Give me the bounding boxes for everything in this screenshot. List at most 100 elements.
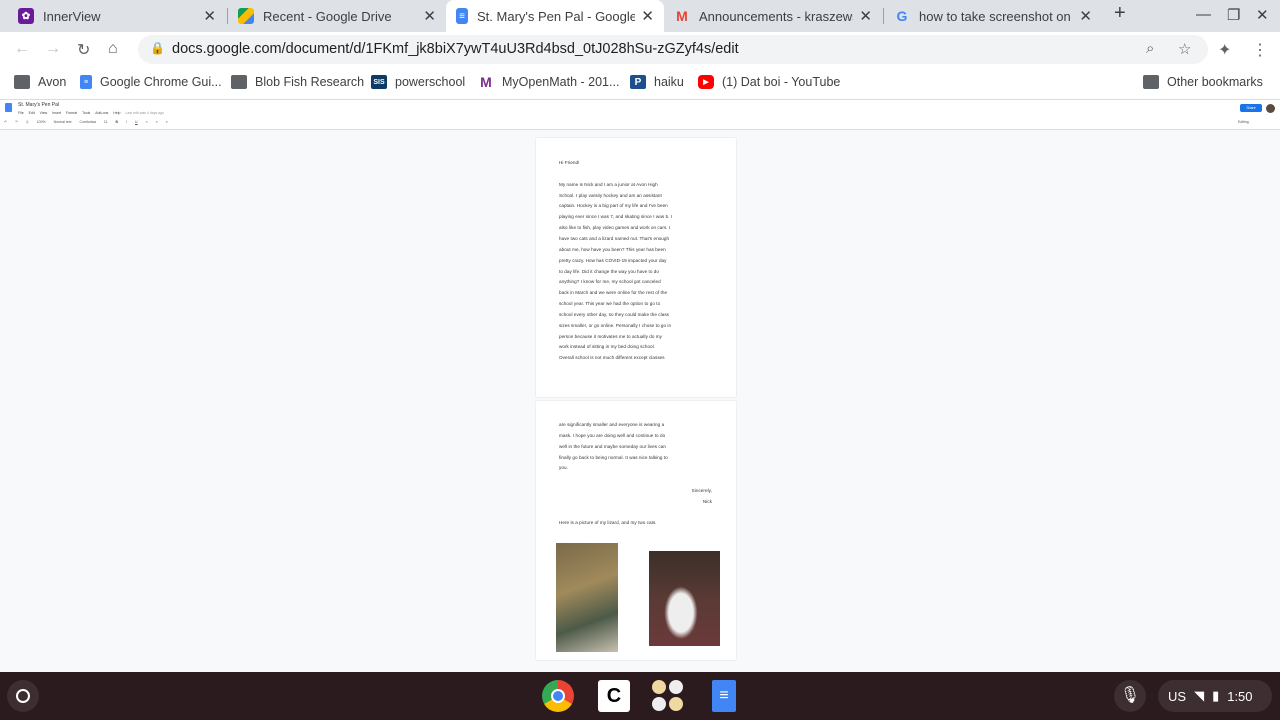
app-launcher-icon[interactable] <box>652 680 684 712</box>
doc-line: My name is Nick and I am a junior at Avo… <box>559 181 658 187</box>
microphone-icon[interactable]: 🎙 <box>1114 680 1146 712</box>
doc-line: playing ever since I was 7, and skating … <box>559 214 673 220</box>
address-bar[interactable]: 🔒 docs.google.com/document/d/1FKmf_jk8bi… <box>138 35 1208 64</box>
classroom-app-icon[interactable]: C <box>598 680 630 712</box>
close-window-button[interactable]: ✕ <box>1256 6 1269 24</box>
last-edit[interactable]: Last edit was 4 days ago <box>125 111 164 115</box>
redo-icon[interactable]: ↷ <box>15 120 18 124</box>
docs-logo-icon[interactable] <box>5 103 12 112</box>
bookmark-haiku[interactable]: Phaiku <box>630 75 684 89</box>
bookmarks-bar: Avon ≡ Google Chrome Gui... Blob Fish Res… <box>0 66 1280 100</box>
italic-icon[interactable]: I <box>126 120 127 124</box>
extensions-icon[interactable]: ✦ <box>1218 40 1231 60</box>
doc-title[interactable]: St. Mary's Pen Pal <box>18 102 59 108</box>
gmail-icon: M <box>676 8 688 24</box>
shelf: C ≡ 🎙 US ◥ ▮ 1:50 <box>0 672 1280 720</box>
tab-innerview[interactable]: ✿ InnerView ✕ <box>8 0 226 32</box>
folder-icon <box>14 75 30 89</box>
doc-line: well in the future and maybe someday our… <box>559 443 666 449</box>
font-size-input[interactable]: 11 <box>104 120 108 124</box>
google-icon: G <box>896 8 908 24</box>
cats-photo <box>649 551 720 646</box>
tab-docs[interactable]: ≡St. Mary's Pen Pal - Google Docs✕ <box>446 0 664 32</box>
doc-line: about me, how have you been? This year h… <box>559 246 666 252</box>
font-select[interactable]: Comfortaa <box>80 120 96 124</box>
doc-line: have two cats and a lizard named nut. Th… <box>559 235 670 241</box>
undo-icon[interactable]: ↶ <box>4 120 7 124</box>
lock-icon: 🔒 <box>150 41 165 55</box>
launcher-button[interactable] <box>7 680 39 712</box>
docs-header: St. Mary's Pen Pal File Edit View Insert… <box>0 100 1280 130</box>
docs-toolbar: ↶ ↷ ⎙ 100% Normal text Comfortaa 11 B I … <box>4 120 168 124</box>
menu-addons[interactable]: Add-ons <box>95 111 108 115</box>
docs-menubar: File Edit View Insert Format Tools Add-o… <box>18 111 164 115</box>
align-center-icon[interactable]: ≡ <box>156 120 158 124</box>
zoom-select[interactable]: 100% <box>37 120 46 124</box>
new-tab-button[interactable]: + <box>1114 2 1126 25</box>
reload-icon[interactable]: ↻ <box>77 40 90 60</box>
youtube-icon: ▶ <box>698 75 714 89</box>
doc-line: captain. Hockey is a big part of my life… <box>559 203 668 209</box>
chrome-icon[interactable] <box>542 680 574 712</box>
close-tab-icon[interactable]: ✕ <box>641 7 654 25</box>
doc-line: work instead of sitting in my bed doing … <box>559 344 656 350</box>
menu-icon[interactable]: ⋮ <box>1252 40 1268 60</box>
editing-mode[interactable]: Editing <box>1238 120 1249 124</box>
menu-view[interactable]: View <box>40 111 48 115</box>
sis-icon: SIS <box>371 75 387 89</box>
menu-edit[interactable]: Edit <box>29 111 35 115</box>
docs-app-icon[interactable]: ≡ <box>712 680 736 712</box>
doc-line: finally go back to being normal. It was … <box>559 454 668 460</box>
share-button[interactable]: Share <box>1240 104 1262 112</box>
align-left-icon[interactable]: ≡ <box>146 120 148 124</box>
folder-icon <box>231 75 247 89</box>
other-bookmarks[interactable]: Other bookmarks <box>1143 75 1263 89</box>
close-tab-icon[interactable]: ✕ <box>203 7 216 25</box>
bookmark-powerschool[interactable]: SIS powerschool <box>371 75 465 89</box>
wifi-icon: ◥ <box>1194 688 1205 703</box>
bookmark-avon[interactable]: Avon <box>14 75 66 89</box>
doc-line: Overall school is not much different exc… <box>559 355 665 361</box>
align-right-icon[interactable]: ≡ <box>166 120 168 124</box>
bookmark-chrome-guide[interactable]: ≡ Google Chrome Gui... <box>80 75 222 89</box>
menu-tools[interactable]: Tools <box>82 111 90 115</box>
myopenmath-icon: M <box>480 74 492 90</box>
back-icon[interactable]: ← <box>14 40 30 58</box>
forward-icon[interactable]: → <box>45 40 61 58</box>
doc-line: back in March and we were online for the… <box>559 290 668 296</box>
system-tray[interactable]: US ◥ ▮ 1:50 <box>1158 680 1272 712</box>
close-tab-icon[interactable]: ✕ <box>423 7 436 25</box>
underline-icon[interactable]: U <box>135 120 138 124</box>
page-1[interactable]: Hi Friend! My name is Nick and I am a jun… <box>536 138 736 397</box>
print-icon[interactable]: ⎙ <box>26 120 29 124</box>
page-2[interactable]: Sincerely, Nick Here is a picture of my … <box>536 401 736 660</box>
restore-button[interactable]: ❐ <box>1227 6 1240 24</box>
menu-format[interactable]: Format <box>66 111 77 115</box>
tab-strip: ✿ InnerView ✕ Recent - Google Drive ✕ ≡ St. … <box>0 0 1280 32</box>
zoom-icon[interactable]: ⌕ <box>1146 40 1154 57</box>
tab-drive[interactable]: Recent - Google Drive ✕ <box>228 0 446 32</box>
doc-line: school year. This year we had the option… <box>559 301 661 307</box>
avatar[interactable] <box>1266 104 1275 113</box>
bold-icon[interactable]: B <box>116 120 119 124</box>
doc-line: anything? I know for me, my school got c… <box>559 279 661 285</box>
close-tab-icon[interactable]: ✕ <box>859 7 872 25</box>
doc-line: to day life. Did it change the way you h… <box>559 268 659 274</box>
menu-help[interactable]: Help <box>113 111 120 115</box>
menu-file[interactable]: File <box>18 111 24 115</box>
doc-line: person because it motivates me to actual… <box>559 333 662 339</box>
tab-gmail[interactable]: M Announcements - kraszewski ✕ <box>664 0 882 32</box>
bookmark-youtube[interactable]: ▶ (1) Dat boi - YouTube <box>698 75 840 89</box>
close-tab-icon[interactable]: ✕ <box>1079 7 1092 25</box>
docs-icon: ≡ <box>456 8 468 24</box>
minimize-button[interactable]: — <box>1196 6 1211 23</box>
haiku-icon: P <box>630 75 646 89</box>
tab-google-search[interactable]: Ghow to take screenshot on ch ✕ <box>884 0 1102 32</box>
style-select[interactable]: Normal text <box>54 120 72 124</box>
bookmark-star-icon[interactable]: ☆ <box>1178 40 1191 58</box>
bookmark-blob-fish[interactable]: Blob Fish Research <box>231 75 364 89</box>
doc-line: are significantly smaller and everyone i… <box>559 422 665 427</box>
bookmark-myopenmath[interactable]: M MyOpenMath - 201... <box>478 74 619 90</box>
menu-insert[interactable]: Insert <box>52 111 61 115</box>
home-icon[interactable]: ⌂ <box>108 40 118 58</box>
